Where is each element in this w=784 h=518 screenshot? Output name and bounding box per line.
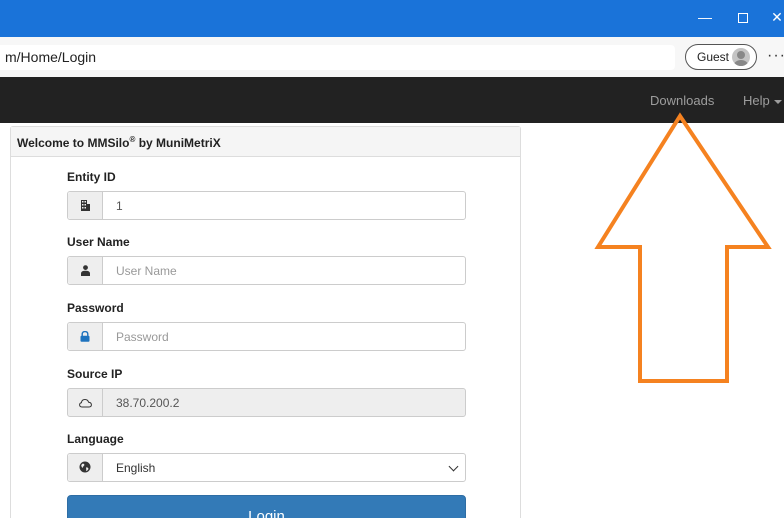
entity-id-label: Entity ID	[67, 170, 116, 184]
language-selected: English	[116, 461, 156, 475]
language-addon	[68, 454, 103, 481]
source-ip-addon	[68, 389, 103, 416]
globe-icon	[79, 461, 91, 473]
window-title-bar: — ✕	[0, 0, 784, 37]
entity-id-field[interactable]: 1	[67, 191, 466, 220]
nav-help-label: Help	[743, 93, 770, 108]
cloud-icon	[79, 398, 92, 408]
caret-down-icon	[773, 99, 782, 104]
password-addon	[68, 323, 103, 350]
nav-help-dropdown[interactable]: Help	[743, 93, 782, 108]
profile-label: Guest	[697, 50, 730, 64]
language-select[interactable]: English	[67, 453, 466, 482]
password-placeholder: Password	[116, 330, 169, 344]
maximize-icon	[738, 13, 748, 24]
url-text: m/Home/Login	[5, 49, 97, 65]
address-bar[interactable]: m/Home/Login	[0, 45, 675, 70]
avatar-icon	[732, 48, 750, 66]
source-ip-field: 38.70.200.2	[67, 388, 466, 417]
user-name-addon	[68, 257, 103, 284]
chevron-down-icon	[448, 461, 459, 472]
more-options-button[interactable]: ···	[767, 47, 784, 65]
profile-button[interactable]: Guest	[685, 44, 757, 70]
browser-toolbar: m/Home/Login Guest ···	[0, 37, 784, 77]
lock-icon	[80, 331, 90, 342]
panel-heading-prefix: Welcome to MMSilo	[17, 136, 130, 150]
source-ip-value: 38.70.200.2	[116, 396, 180, 410]
user-icon	[81, 265, 90, 276]
entity-id-addon	[68, 192, 103, 219]
source-ip-label: Source IP	[67, 367, 123, 381]
arrow-shape	[594, 112, 772, 383]
language-label: Language	[67, 432, 124, 446]
user-name-field[interactable]: User Name	[67, 256, 466, 285]
entity-id-value: 1	[116, 199, 123, 213]
user-name-label: User Name	[67, 235, 130, 249]
password-label: Password	[67, 301, 124, 315]
up-arrow-annotation	[594, 112, 772, 383]
user-name-placeholder: User Name	[116, 264, 177, 278]
panel-heading: Welcome to MMSilo® by MuniMetriX	[11, 127, 520, 157]
login-button[interactable]: Login	[67, 495, 466, 518]
maximize-button[interactable]	[728, 0, 758, 37]
password-field[interactable]: Password	[67, 322, 466, 351]
nav-downloads-link[interactable]: Downloads	[650, 93, 714, 108]
login-panel: Welcome to MMSilo® by MuniMetriX Entity …	[10, 126, 521, 518]
close-button[interactable]: ✕	[762, 0, 784, 37]
panel-heading-suffix: by MuniMetriX	[135, 136, 221, 150]
minimize-button[interactable]: —	[690, 0, 720, 37]
building-icon	[81, 200, 90, 211]
